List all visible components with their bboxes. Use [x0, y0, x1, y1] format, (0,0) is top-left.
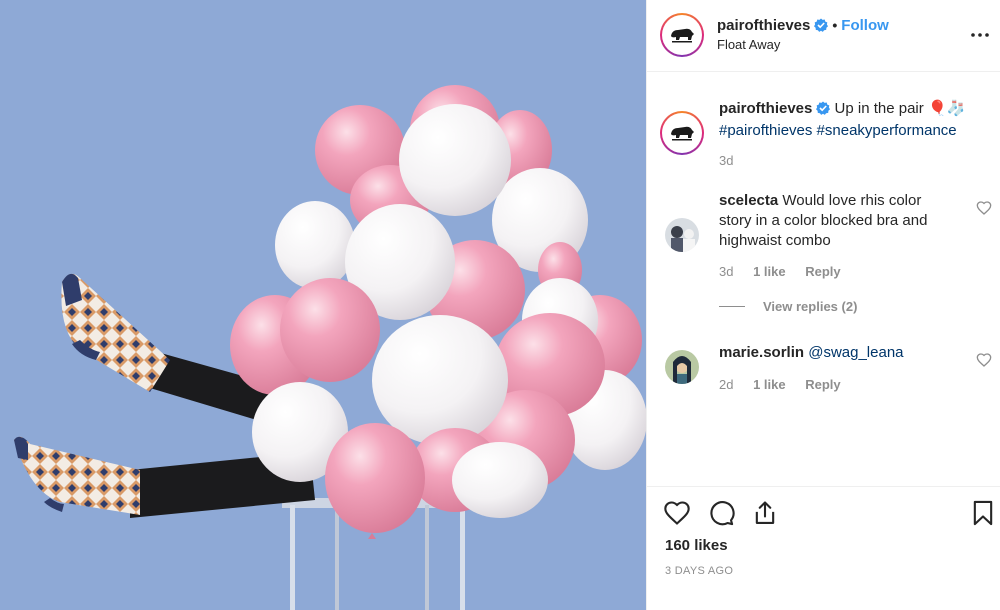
separator-dot: •: [832, 17, 838, 33]
view-replies-label: View replies (2): [763, 299, 858, 314]
post-header: pairofthieves • Follow Float Away: [647, 0, 1000, 72]
caption-author-avatar[interactable]: [660, 111, 704, 155]
post-author-line: pairofthieves • Follow: [717, 17, 889, 36]
like-comment-heart-icon[interactable]: [976, 200, 992, 216]
comment-age: 2d: [719, 377, 734, 392]
post-details-panel: pairofthieves • Follow Float Away pairofth…: [646, 0, 1000, 610]
comment-meta: 3d 1 like Reply: [719, 264, 857, 279]
comment-icon[interactable]: [707, 499, 735, 527]
caption-meta: 3d: [719, 153, 749, 168]
post-actions: 160 likes 3 DAYS AGO: [647, 486, 1000, 610]
post-date: 3 DAYS AGO: [665, 565, 734, 577]
bookmark-icon[interactable]: [969, 499, 997, 527]
author-username[interactable]: pairofthieves: [717, 17, 810, 34]
comment-meta: 2d 1 like Reply: [719, 377, 857, 392]
verified-badge-icon: [814, 18, 829, 36]
comment-age: 3d: [719, 264, 734, 279]
comment-likes[interactable]: 1 like: [753, 264, 786, 279]
commenter-avatar[interactable]: [665, 218, 699, 252]
more-options-icon[interactable]: [969, 24, 991, 46]
view-replies-button[interactable]: View replies (2): [719, 299, 857, 314]
post-photo[interactable]: [0, 0, 646, 610]
bear-logo-icon: [664, 115, 700, 151]
share-icon[interactable]: [751, 499, 779, 527]
reply-button[interactable]: Reply: [805, 264, 840, 279]
comment-mention[interactable]: @swag_leana: [808, 344, 903, 361]
replies-divider: [719, 306, 745, 307]
caption-emoji: 🎈🧦: [927, 100, 966, 117]
comment-username[interactable]: marie.sorlin: [719, 344, 804, 361]
bear-logo-icon: [664, 17, 700, 53]
likes-count[interactable]: 160 likes: [665, 537, 728, 554]
caption-hashtags[interactable]: #pairofthieves #sneakyperformance: [719, 122, 957, 139]
verified-badge-icon: [816, 101, 831, 121]
comment: marie.sorlin @swag_leana: [719, 343, 957, 363]
comment-username[interactable]: scelecta: [719, 192, 778, 209]
heart-icon[interactable]: [663, 499, 691, 527]
comment-likes[interactable]: 1 like: [753, 377, 786, 392]
reply-button[interactable]: Reply: [805, 377, 840, 392]
like-comment-heart-icon[interactable]: [976, 352, 992, 368]
commenter-avatar[interactable]: [665, 350, 699, 384]
caption-age: 3d: [719, 153, 734, 168]
author-avatar[interactable]: [660, 13, 704, 57]
follow-button[interactable]: Follow: [841, 17, 889, 34]
post-location[interactable]: Float Away: [717, 37, 780, 52]
post-caption: pairofthieves Up in the pair 🎈🧦 #pairoft…: [719, 99, 989, 141]
comment: scelecta Would love rhis color story in …: [719, 191, 957, 251]
caption-text: Up in the pair: [834, 100, 924, 117]
post-photo-illustration: [0, 0, 646, 610]
comments-section[interactable]: pairofthieves Up in the pair 🎈🧦 #pairoft…: [647, 73, 1000, 486]
caption-username[interactable]: pairofthieves: [719, 100, 812, 117]
